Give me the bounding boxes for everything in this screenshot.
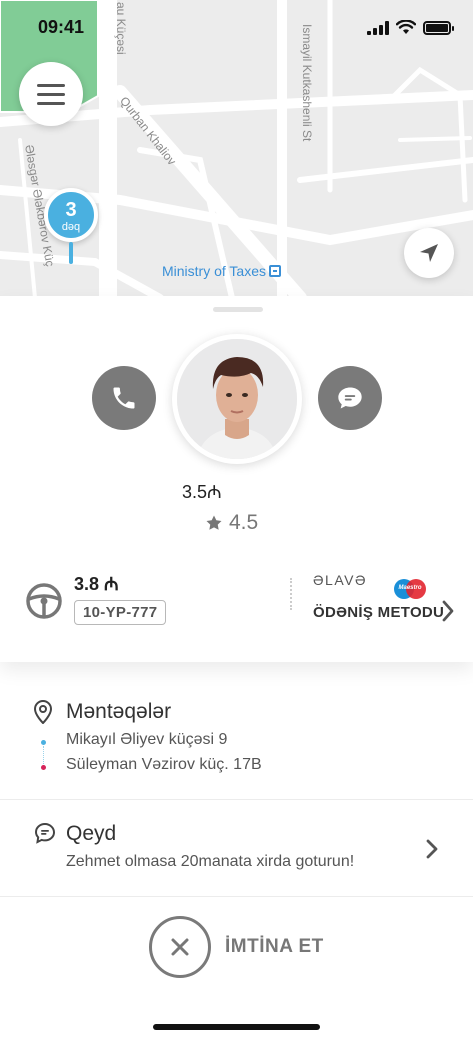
cancel-ride-button[interactable]: İMTİNA ET [149,916,324,978]
payment-method-button[interactable]: ÖDƏNİŞ METODU [313,604,444,621]
license-plate: 10-YP-777 [74,600,167,625]
stop-item: Mikayıl Əliyev küçəsi 9 [66,731,228,748]
steering-wheel-icon [26,583,62,619]
note-bubble-icon [34,822,56,844]
call-driver-button[interactable] [92,366,156,430]
navigation-arrow-icon [420,244,438,262]
cellular-signal-icon [367,20,389,35]
cancel-label: İMTİNA ET [225,936,324,957]
my-location-button[interactable] [404,228,454,278]
star-icon [206,515,222,530]
hamburger-icon-bar [37,101,65,105]
eta-pin-stem [69,242,73,264]
phone-icon [113,387,135,409]
note-title: Qeyd [66,822,117,845]
eta-pin: 3 dəq [44,188,98,242]
payment-extra-label: ƏLAVƏ [313,572,367,588]
poi-ministry-of-taxes[interactable]: Ministry of Taxes [162,263,281,279]
driver-price: 3.5₼ [182,482,222,502]
driver-photo [177,339,297,459]
wifi-icon [396,20,416,34]
hamburger-icon-bar [37,92,65,96]
eta-unit: dəq [61,221,81,233]
home-indicator[interactable] [153,1024,320,1030]
building-icon [269,265,281,277]
stops-section: Məntəqələr Mikayıl Əliyev küçəsi 9 Süley… [0,680,473,798]
stop-connector [43,746,44,764]
divider [0,896,473,897]
eta-value: 3 [65,199,77,221]
maestro-card-icon: Maestro [394,579,426,599]
stop-start-dot [41,740,46,745]
chevron-right-icon[interactable] [426,839,438,859]
hamburger-icon [37,83,65,87]
stops-title: Məntəqələr [66,700,172,723]
map-view[interactable]: au Küçəsi Qurban Khaliov Ismayil Kutkash… [0,0,473,298]
driver-avatar [172,334,302,464]
status-time: 09:41 [38,17,85,37]
battery-icon [423,20,454,35]
menu-button[interactable] [19,62,83,126]
stop-end-dot [41,765,46,770]
chevron-right-icon[interactable] [442,600,454,622]
close-icon [149,916,211,978]
status-bar: 09:41 [0,0,473,44]
driver-card: 3.5₼ 4.5 3.8 ₼ 10-YP-777 ƏLAVƏ Maestro Ö… [0,296,473,662]
card-brand-label: Maestro [398,585,422,591]
message-driver-button[interactable] [318,366,382,430]
drag-handle[interactable] [213,307,263,312]
poi-label: Ministry of Taxes [162,263,266,279]
separator [290,578,292,610]
note-text: Zehmet olmasa 20manata xirda goturun! [66,853,355,870]
stop-item: Süleyman Vəzirov küç. 17B [66,756,262,773]
trip-price: 3.8 ₼ [74,574,119,594]
note-section[interactable]: Qeyd Zehmet olmasa 20manata xirda goturu… [0,800,473,896]
rating-value: 4.5 [229,511,259,534]
location-pin-icon [34,700,52,724]
chat-bubble-icon [338,387,362,409]
driver-rating: 4.5 [205,511,258,535]
